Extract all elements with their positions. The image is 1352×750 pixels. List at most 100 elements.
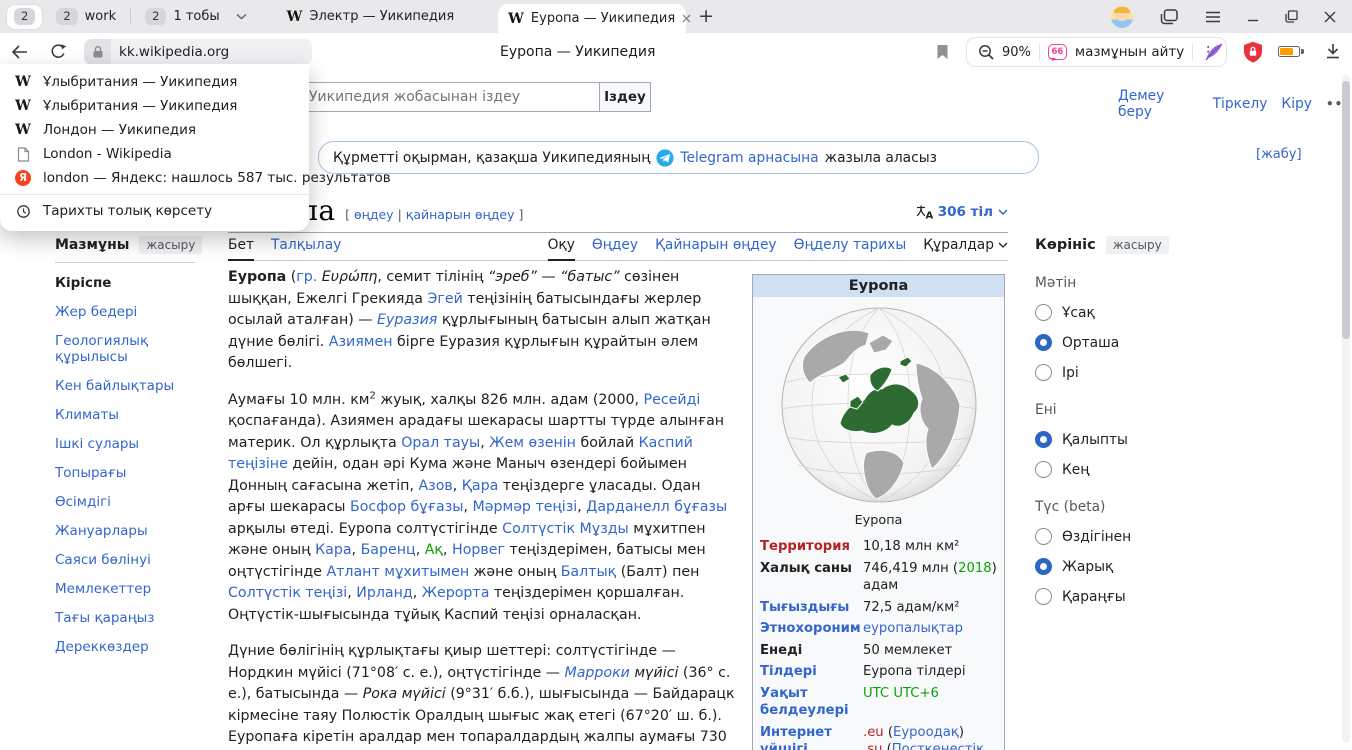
section-label-color: Түс (beta)	[1035, 499, 1185, 515]
toc-item[interactable]: Геологиялық құрылысы	[55, 331, 223, 367]
suggestion-item[interactable]: W Ұлыбритания — Уикипедия	[0, 70, 309, 94]
toc-item[interactable]: Топырағы	[55, 463, 223, 483]
back-button[interactable]	[10, 44, 28, 60]
infobox-label[interactable]: Интернет үйшігі	[760, 724, 863, 750]
copilot-feather-icon[interactable]	[1203, 41, 1225, 63]
scrollbar-thumb[interactable]	[1342, 81, 1350, 339]
infobox-value[interactable]: еуропалықтар	[863, 620, 997, 638]
paragraph: Дүние бөлігінің құрлықтағы қиыр шеттері:…	[228, 641, 742, 750]
radio-icon[interactable]	[1035, 528, 1052, 545]
tab-history[interactable]: Өңделу тарихы	[794, 237, 907, 253]
toc-item[interactable]: Ішкі сулары	[55, 434, 223, 454]
radio-icon[interactable]	[1035, 334, 1052, 351]
radio-color-auto[interactable]: Өздігінен	[1035, 528, 1185, 545]
article-body: Еуропа (гр. Ευρώπη, семит тілінің “эреб”…	[228, 267, 742, 750]
divider	[228, 232, 1008, 233]
tab-group-1toby[interactable]: 2 1 тобы	[145, 8, 220, 25]
protect-shield-icon[interactable]	[1243, 41, 1263, 63]
toc-item[interactable]: Климаты	[55, 405, 223, 425]
suggestion-item[interactable]: W Лондон — Уикипедия	[0, 118, 309, 142]
infobox-label[interactable]: Тығыздығы	[760, 599, 863, 617]
tab-europa[interactable]: W Еуропа — Уикипедия	[498, 4, 686, 33]
language-icon: A	[916, 205, 933, 219]
zoom-level[interactable]: 90%	[1002, 45, 1031, 60]
read-aloud-icon: 66	[1048, 44, 1067, 60]
scrollbar[interactable]	[1342, 75, 1350, 743]
profile-avatar[interactable]	[1111, 6, 1133, 28]
tab-talk[interactable]: Талқылау	[271, 237, 341, 253]
infobox-value[interactable]: .eu (Еуроодақ).su (Посткеңестік	[863, 724, 997, 750]
banner-close-link[interactable]: [жабу]	[1256, 147, 1302, 162]
window-close-button[interactable]	[1324, 11, 1336, 23]
radio-font-small[interactable]: Ұсақ	[1035, 304, 1185, 321]
language-selector[interactable]: A 306 тіл	[916, 204, 1008, 227]
read-aloud-button[interactable]: мазмұнын айту	[1075, 44, 1184, 60]
toc-item[interactable]: Жануарлары	[55, 521, 223, 541]
show-full-history-item[interactable]: Тарихты толық көрсету	[0, 199, 309, 223]
suggestion-item[interactable]: W Ұлыбритания — Уикипедия	[0, 94, 309, 118]
toc-hide-button[interactable]: жасыру	[139, 236, 202, 254]
tab-read[interactable]: Оқу	[548, 237, 575, 253]
toc-item-kirispe[interactable]: Кіріспе	[55, 273, 223, 293]
radio-icon[interactable]	[1035, 431, 1052, 448]
donate-link[interactable]: Демеу беру	[1118, 88, 1199, 120]
login-link[interactable]: Кіру	[1281, 96, 1312, 112]
tab-page[interactable]: Бет	[228, 237, 254, 253]
window-minimize-button[interactable]	[1247, 11, 1259, 23]
radio-icon[interactable]	[1035, 588, 1052, 605]
radio-icon[interactable]	[1035, 461, 1052, 478]
infobox-label[interactable]: Территория	[760, 538, 863, 556]
tab-edit-source[interactable]: Қайнарын өңдеу	[655, 237, 777, 253]
menu-hamburger-icon[interactable]	[1205, 11, 1221, 23]
address-bar[interactable]: kk.wikipedia.org	[84, 39, 312, 65]
tab-panels-icon[interactable]	[1159, 8, 1179, 26]
radio-color-dark[interactable]: Қараңғы	[1035, 588, 1185, 605]
toc-item[interactable]: Кен байлықтары	[55, 376, 223, 396]
zoom-out-icon[interactable]	[978, 44, 994, 60]
radio-font-medium[interactable]: Орташа	[1035, 334, 1185, 351]
infobox-label[interactable]: Уақыт белдеулері	[760, 685, 863, 720]
toc-item[interactable]: Саяси бөлінуі	[55, 550, 223, 570]
radio-color-light[interactable]: Жарық	[1035, 558, 1185, 575]
tab-group-work[interactable]: 2 work	[56, 8, 116, 25]
downloads-icon[interactable]	[1324, 43, 1342, 60]
toc-item[interactable]: Мемлекеттер	[55, 579, 223, 599]
infobox-label[interactable]: Тілдері	[760, 663, 863, 681]
europe-globe-map[interactable]	[753, 297, 1004, 509]
wiki-search-button[interactable]: Іздеу	[599, 82, 651, 112]
toc-item[interactable]: Өсімдігі	[55, 492, 223, 512]
bookmark-icon[interactable]	[936, 44, 949, 60]
radio-width-standard[interactable]: Қалыпты	[1035, 431, 1185, 448]
toc-item[interactable]: Жер бедері	[55, 302, 223, 322]
tab-electr[interactable]: W Электр — Уикипедия	[277, 9, 465, 25]
edit-source-link[interactable]: қайнарын өңдеу	[406, 207, 515, 222]
edit-link[interactable]: өңдеу	[354, 207, 394, 222]
radio-icon[interactable]	[1035, 304, 1052, 321]
divider	[1039, 44, 1040, 60]
infobox-value[interactable]: UTC UTC+6	[863, 685, 997, 720]
radio-icon[interactable]	[1035, 558, 1052, 575]
tab-group-current[interactable]: 2	[7, 5, 42, 29]
radio-width-wide[interactable]: Кең	[1035, 461, 1185, 478]
window-maximize-button[interactable]	[1285, 10, 1298, 23]
radio-icon[interactable]	[1035, 364, 1052, 381]
suggestion-item[interactable]: London - Wikipedia	[0, 142, 309, 166]
appearance-hide-button[interactable]: жасыру	[1106, 236, 1169, 254]
register-link[interactable]: Тіркелу	[1213, 96, 1268, 112]
tab-groups-chevron-icon[interactable]	[236, 13, 247, 20]
toc-item[interactable]: Тағы қараңыз	[55, 608, 223, 628]
close-tab-icon[interactable]	[682, 14, 691, 23]
toc-item[interactable]: Дереккөздер	[55, 637, 223, 657]
wiki-search-input[interactable]	[300, 82, 600, 112]
radio-font-large[interactable]: Ірі	[1035, 364, 1185, 381]
tab-tools[interactable]: Құралдар	[923, 237, 1008, 253]
yandex-icon: Я	[15, 170, 31, 186]
infobox-label[interactable]: Этнохороним	[760, 620, 863, 638]
tab-edit[interactable]: Өңдеу	[592, 237, 638, 253]
appearance-panel: Көрініс жасыру Мәтін Ұсақ Орташа Ірі Ені…	[1035, 236, 1185, 605]
reload-button[interactable]	[50, 44, 67, 60]
battery-icon[interactable]	[1278, 46, 1304, 57]
new-tab-button[interactable]: +	[698, 7, 714, 26]
telegram-channel-link[interactable]: Telegram арнасына	[680, 150, 818, 166]
suggestion-item[interactable]: Я london — Яндекс: нашлось 587 тыс. резу…	[0, 166, 309, 190]
